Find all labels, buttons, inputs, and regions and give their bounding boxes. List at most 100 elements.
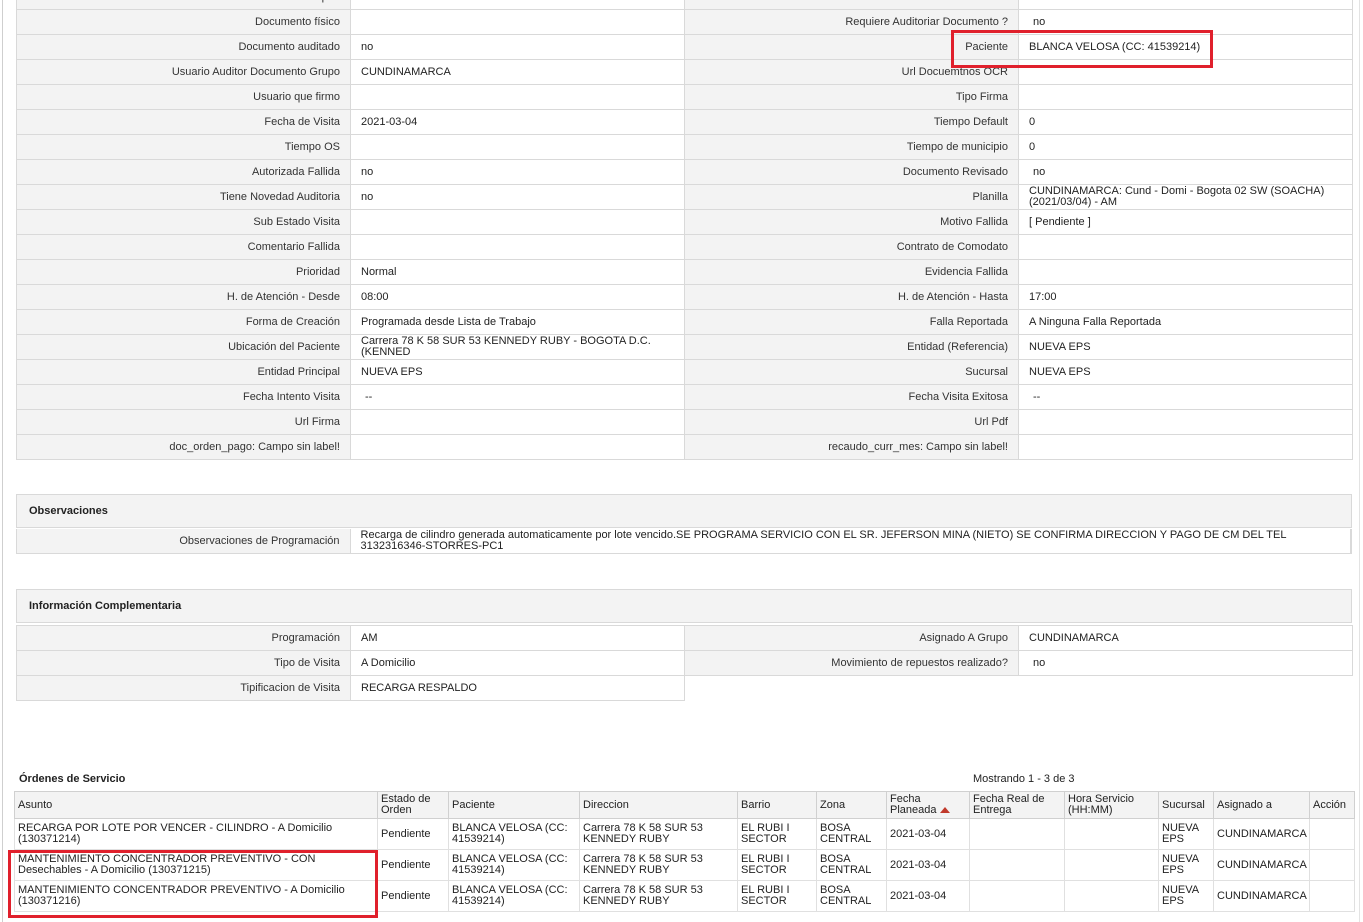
detail-value-left <box>351 85 685 109</box>
detail-label-left: Ubicación del Paciente <box>17 335 351 359</box>
complementaria-value-right: CUNDINAMARCA <box>1019 626 1353 650</box>
detail-label-right: recaudo_curr_mes: Campo sin label! <box>685 435 1019 459</box>
detail-label-right: Entidad (Referencia) <box>685 335 1019 359</box>
detail-value-left: no <box>351 160 685 184</box>
tipificacion-label: Tipificacion de Visita <box>17 676 351 700</box>
detail-value-left: CUNDINAMARCA <box>351 60 685 84</box>
observaciones-label: Observaciones de Programación <box>17 529 351 553</box>
column-header-fecha-planeada[interactable]: Fecha Planeada <box>886 791 970 819</box>
column-header-fecha-real-de-entrega[interactable]: Fecha Real de Entrega <box>969 791 1065 819</box>
detail-row: Tiempo OS Tiempo de municipio 0 <box>17 135 1353 160</box>
column-header-estado-de-orden[interactable]: Estado de Orden <box>377 791 449 819</box>
detail-value-left <box>351 410 685 434</box>
cell-paciente: BLANCA VELOSA (CC: 41539214) <box>448 849 580 881</box>
detail-label-left: Autorizada Fallida <box>17 160 351 184</box>
column-header-label: Paciente <box>452 798 495 811</box>
detail-value-right: NUEVA EPS <box>1019 360 1353 384</box>
complementaria-value-left: A Domicilio <box>351 651 685 675</box>
detail-label-left: Coordenadas verificadas en mapa? <box>17 0 351 9</box>
column-header-asunto[interactable]: Asunto <box>14 791 378 819</box>
cell-zona: BOSA CENTRAL <box>816 818 887 850</box>
complementaria-label-right: Asignado A Grupo <box>685 626 1019 650</box>
column-header-hora-servicio-hh-mm[interactable]: Hora Servicio (HH:MM) <box>1064 791 1159 819</box>
column-header-label: Zona <box>820 798 846 811</box>
column-header-label: Direccion <box>583 798 629 811</box>
tipificacion-value: RECARGA RESPALDO <box>351 676 685 700</box>
column-header-label: Asignado a <box>1217 798 1273 811</box>
detail-value-left: NUEVA EPS <box>351 360 685 384</box>
detail-row: doc_orden_pago: Campo sin label! recaudo_… <box>17 435 1353 460</box>
detail-label-right: Planilla <box>685 185 1019 209</box>
detail-label-left: Usuario Auditor Documento Grupo <box>17 60 351 84</box>
complementaria-label-left: Programación <box>17 626 351 650</box>
informacion-complementaria-grid: Programación AM Asignado A Grupo CUNDINAMAR… <box>16 625 1353 676</box>
cell-fecha-real-de-entrega <box>969 818 1065 850</box>
column-header-label: Sucursal <box>1162 798 1205 811</box>
sort-ascending-icon[interactable] <box>939 807 950 814</box>
detail-value-right: 0 <box>1019 110 1353 134</box>
complementaria-label-left: Tipo de Visita <box>17 651 351 675</box>
complementaria-value-right: no <box>1019 651 1353 675</box>
detail-label-right: Sucursal <box>685 360 1019 384</box>
column-header-label: Acción <box>1313 798 1347 811</box>
column-header-acci-n[interactable]: Acción <box>1309 791 1355 819</box>
detail-row: Usuario que firmo Tipo Firma <box>17 85 1353 110</box>
detail-value-left <box>351 235 685 259</box>
complementaria-value-left: AM <box>351 626 685 650</box>
detail-row: Comentario Fallida Contrato de Comodato <box>17 235 1353 260</box>
tipificacion-row: Tipificacion de Visita RECARGA RESPALDO <box>17 676 685 701</box>
detail-label-left: Tiempo OS <box>17 135 351 159</box>
detail-value-left: no <box>351 0 685 9</box>
cell-fecha-real-de-entrega <box>969 849 1065 881</box>
cell-asunto[interactable]: RECARGA POR LOTE POR VENCER - CILINDRO -… <box>14 818 378 850</box>
complementaria-label-right: Movimiento de repuestos realizado? <box>685 651 1019 675</box>
cell-estado-de-orden: Pendiente <box>377 849 449 881</box>
detail-row: Fecha Intento Visita -- Fecha Visita Exito… <box>17 385 1353 410</box>
detail-value-left: -- <box>351 385 685 409</box>
detail-label-right: Fecha Visita Exitosa <box>685 385 1019 409</box>
detail-label-left: Documento físico <box>17 10 351 34</box>
detail-label-left: Usuario que firmo <box>17 85 351 109</box>
column-header-barrio[interactable]: Barrio <box>737 791 817 819</box>
detail-row: Autorizada Fallida no Documento Revisado no <box>17 160 1353 185</box>
detail-row: Entidad Principal NUEVA EPS Sucursal NUEVA … <box>17 360 1353 385</box>
cell-asignado-a: CUNDINAMARCA <box>1213 849 1310 881</box>
cell-estado-de-orden: Pendiente <box>377 818 449 850</box>
detail-label-left: Comentario Fallida <box>17 235 351 259</box>
detail-label-left: Forma de Creación <box>17 310 351 334</box>
detail-row: Fecha de Visita 2021-03-04 Tiempo Default 0 <box>17 110 1353 135</box>
cell-hora-servicio-hh-mm <box>1064 880 1159 912</box>
column-header-direccion[interactable]: Direccion <box>579 791 738 819</box>
detail-value-left: 08:00 <box>351 285 685 309</box>
visit-details-grid: Coordenadas verificadas en mapa?noN.P. V… <box>16 0 1353 460</box>
cell-fecha-planeada: 2021-03-04 <box>886 818 970 850</box>
cell-direccion: Carrera 78 K 58 SUR 53 KENNEDY RUBY <box>579 849 738 881</box>
detail-row: Coordenadas verificadas en mapa?noN.P. V… <box>17 0 1353 10</box>
detail-label-right: H. de Atención - Hasta <box>685 285 1019 309</box>
column-header-paciente[interactable]: Paciente <box>448 791 580 819</box>
detail-label-left: Sub Estado Visita <box>17 210 351 234</box>
ordenes-count: Mostrando 1 - 3 de 3 <box>973 773 1075 785</box>
detail-label-left: H. de Atención - Desde <box>17 285 351 309</box>
column-header-zona[interactable]: Zona <box>816 791 887 819</box>
observaciones-row: Observaciones de Programación Recarga de… <box>16 529 1352 554</box>
detail-value-left <box>351 10 685 34</box>
cell-barrio: EL RUBI I SECTOR <box>737 849 817 881</box>
detail-label-right: Evidencia Fallida <box>685 260 1019 284</box>
detail-value-right <box>1019 435 1353 459</box>
detail-row: Ubicación del Paciente Carrera 78 K 58 SU… <box>17 335 1353 360</box>
cell-acci-n <box>1309 818 1355 850</box>
cell-asignado-a: CUNDINAMARCA <box>1213 880 1310 912</box>
table-row[interactable]: RECARGA POR LOTE POR VENCER - CILINDRO -… <box>14 818 1355 850</box>
cell-acci-n <box>1309 880 1355 912</box>
detail-value-right <box>1019 410 1353 434</box>
column-header-asignado-a[interactable]: Asignado a <box>1213 791 1310 819</box>
detail-label-right: Contrato de Comodato <box>685 235 1019 259</box>
cell-sucursal: NUEVA EPS <box>1158 849 1214 881</box>
detail-value-left: 2021-03-04 <box>351 110 685 134</box>
column-header-sucursal[interactable]: Sucursal <box>1158 791 1214 819</box>
detail-value-left: Programada desde Lista de Trabajo <box>351 310 685 334</box>
ordenes-title: Órdenes de Servicio <box>19 773 126 785</box>
detail-label-right: Motivo Fallida <box>685 210 1019 234</box>
detail-value-left: no <box>351 185 685 209</box>
